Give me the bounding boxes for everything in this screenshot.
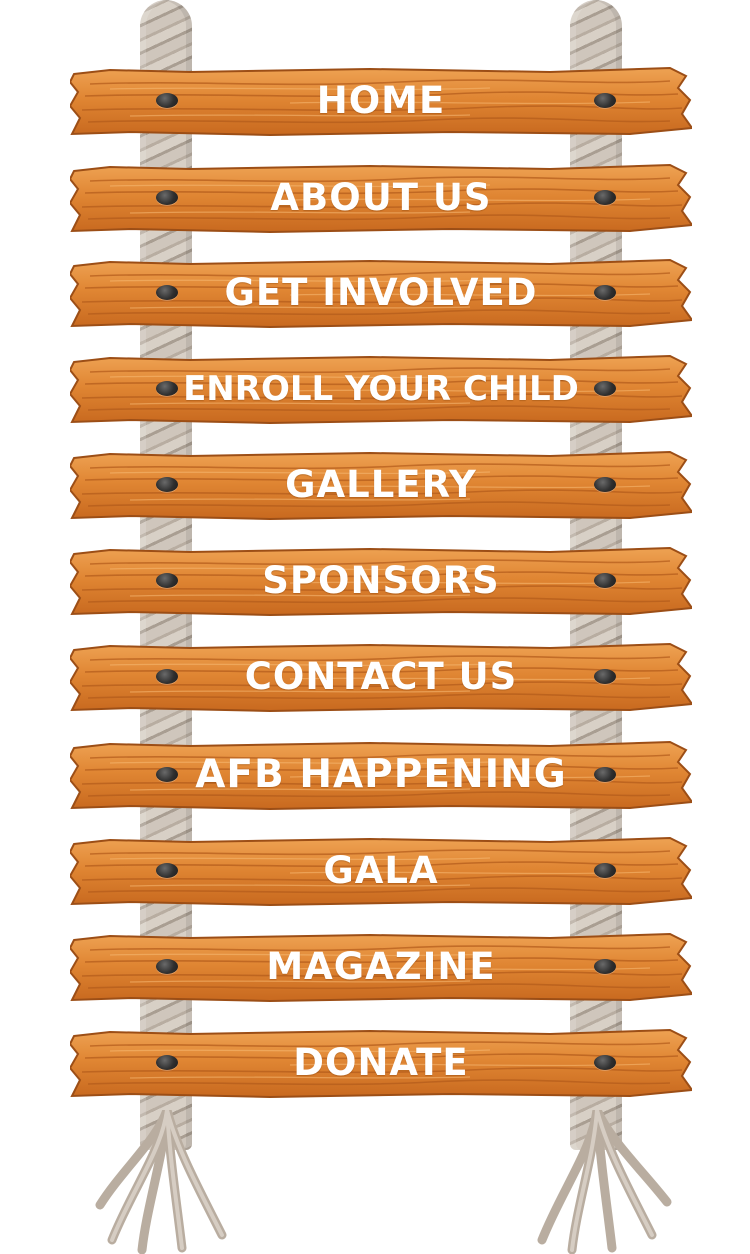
nav-item-about-us[interactable]: ABOUT US [70,163,692,233]
nav-item-label: ABOUT US [270,176,492,219]
nav-item-gala[interactable]: GALA [70,836,692,906]
nav-item-afb-happening[interactable]: AFB HAPPENING [70,740,692,810]
nav-item-label: CONTACT US [244,655,518,698]
nav-item-label: DONATE [293,1041,469,1084]
nav-item-label: GALA [323,849,439,892]
nav-item-label: MAGAZINE [266,945,496,988]
nav-item-gallery[interactable]: GALLERY [70,450,692,520]
nav-item-label: HOME [316,79,446,122]
nav-item-enroll-your-child[interactable]: ENROLL YOUR CHILD [70,354,692,424]
nav-item-contact-us[interactable]: CONTACT US [70,642,692,712]
nav-item-home[interactable]: HOME [70,66,692,136]
nav-item-label: SPONSORS [262,559,500,602]
rope-fray-right-icon [537,1110,672,1254]
rope-fray-left-icon [95,1110,227,1254]
nav-item-label: ENROLL YOUR CHILD [183,369,579,409]
nav-item-donate[interactable]: DONATE [70,1028,692,1098]
nav-item-label: GET INVOLVED [224,271,538,314]
nav-item-get-involved[interactable]: GET INVOLVED [70,258,692,328]
nav-item-label: AFB HAPPENING [195,752,567,797]
nav-item-magazine[interactable]: MAGAZINE [70,932,692,1002]
wooden-sign-menu: HOME ABOUT US GET INVOLVED ENROLL YOUR C… [0,0,750,1254]
nav-item-sponsors[interactable]: SPONSORS [70,546,692,616]
nav-item-label: GALLERY [285,463,477,506]
